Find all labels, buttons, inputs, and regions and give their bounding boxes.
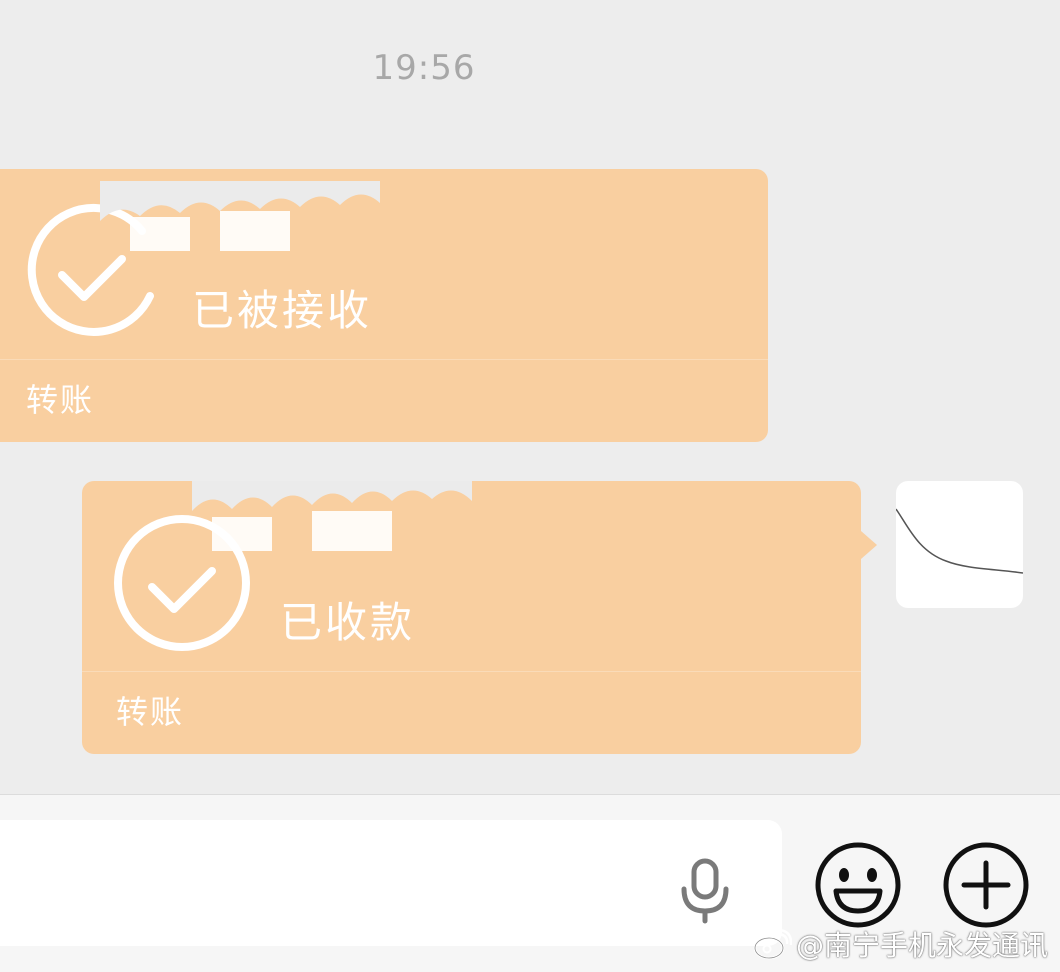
watermark-text: @南宁手机永发通讯 <box>795 929 1048 962</box>
message-timestamp: 19:56 <box>372 48 476 88</box>
transfer-message-incoming[interactable]: 已被接收 转账 <box>0 169 768 442</box>
transfer-message-outgoing[interactable]: 已收款 转账 <box>82 481 877 754</box>
smiley-face-icon[interactable] <box>812 839 904 931</box>
message-input[interactable] <box>0 820 782 946</box>
bubble-tail <box>861 531 877 559</box>
redacted-amount <box>100 181 380 251</box>
sender-avatar[interactable] <box>896 481 1023 608</box>
plus-circle-icon[interactable] <box>940 839 1032 931</box>
transfer-status-text: 已收款 <box>280 598 416 647</box>
transfer-caption: 转账 <box>116 693 185 731</box>
microphone-icon[interactable] <box>670 855 740 925</box>
chat-input-bar: @南宁手机永发通讯 <box>0 794 1060 972</box>
transfer-status-text: 已被接收 <box>192 286 373 335</box>
redacted-amount <box>192 481 472 551</box>
bubble-divider <box>82 671 861 672</box>
watermark: @南宁手机永发通讯 <box>752 924 1048 964</box>
weibo-icon <box>753 928 792 960</box>
avatar-image <box>896 508 1023 574</box>
bubble-divider <box>0 359 768 360</box>
transfer-caption: 转账 <box>26 381 95 419</box>
